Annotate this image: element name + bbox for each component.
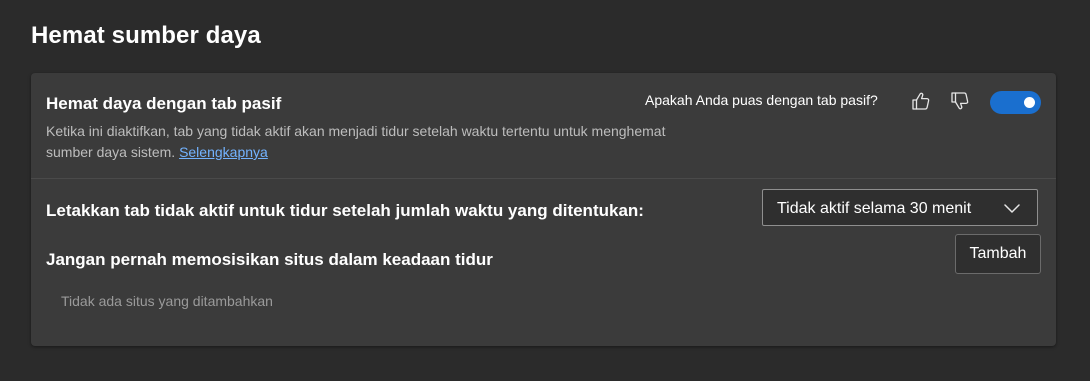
never-sleep-label: Jangan pernah memosisikan situs dalam ke…	[46, 250, 493, 269]
settings-card: Hemat daya dengan tab pasif Ketika ini d…	[31, 73, 1056, 346]
thumbs-up-icon	[912, 92, 930, 110]
toggle-knob	[1024, 97, 1035, 108]
sleep-timeout-label: Letakkan tab tidak aktif untuk tidur set…	[46, 201, 644, 220]
sleeping-tabs-title: Hemat daya dengan tab pasif	[46, 94, 282, 113]
empty-sites-message: Tidak ada situs yang ditambahkan	[61, 293, 273, 309]
sleeping-tabs-section: Hemat daya dengan tab pasif Ketika ini d…	[31, 73, 1056, 179]
sleep-timeout-selected: Tidak aktif selama 30 menit	[777, 200, 972, 217]
feedback-question: Apakah Anda puas dengan tab pasif?	[645, 92, 878, 108]
thumbs-down-icon	[951, 92, 969, 110]
sleep-timeout-dropdown[interactable]: Tidak aktif selama 30 menit	[762, 189, 1038, 226]
sleeping-tabs-toggle[interactable]	[990, 91, 1041, 114]
description-text: Ketika ini diaktifkan, tab yang tidak ak…	[46, 123, 666, 160]
sleeping-tabs-description: Ketika ini diaktifkan, tab yang tidak ak…	[46, 121, 666, 163]
chevron-down-icon	[1004, 204, 1020, 213]
thumbs-up-button[interactable]	[909, 89, 933, 113]
thumbs-down-button[interactable]	[948, 89, 972, 113]
add-site-button[interactable]: Tambah	[955, 234, 1041, 274]
page-title: Hemat sumber daya	[31, 22, 261, 49]
learn-more-link[interactable]: Selengkapnya	[179, 144, 268, 160]
settings-page: Hemat sumber daya Hemat daya dengan tab …	[0, 0, 1090, 381]
